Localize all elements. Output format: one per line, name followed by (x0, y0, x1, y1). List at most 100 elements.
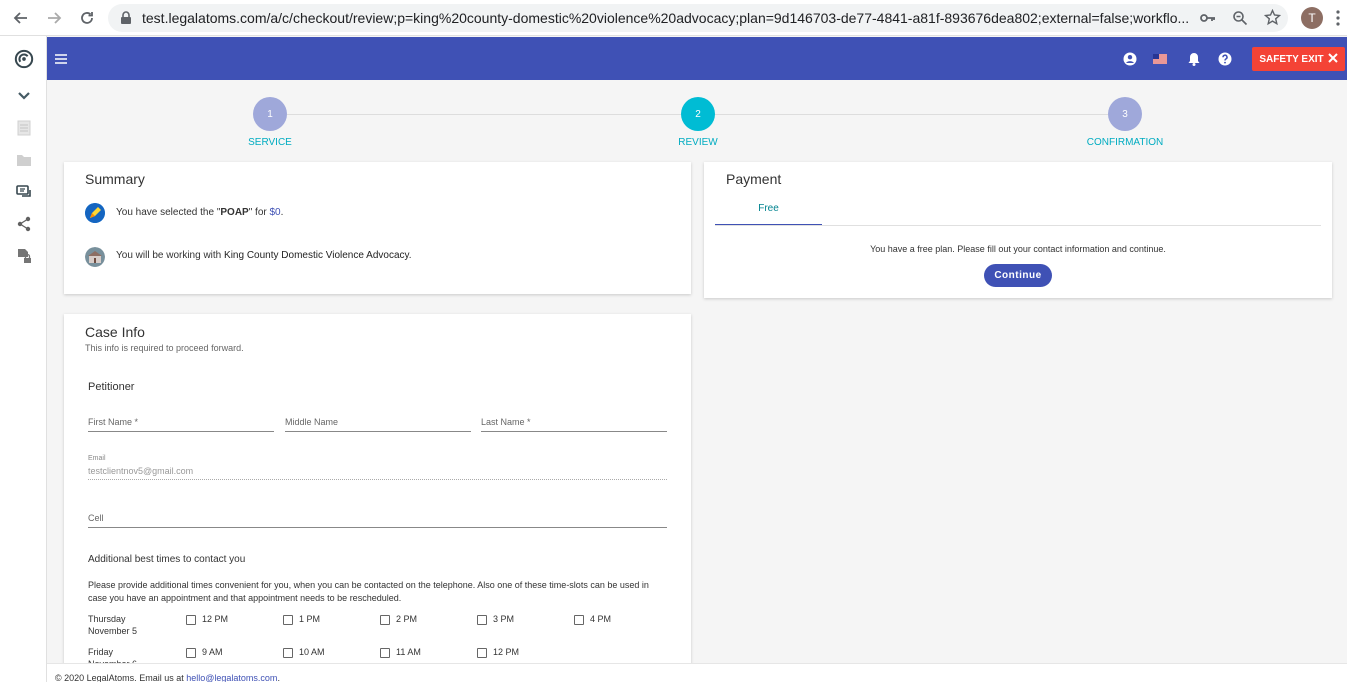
first-name-label: First Name * (88, 417, 139, 427)
legalatoms-logo-icon[interactable] (14, 49, 34, 69)
timeslot-checkbox[interactable] (380, 615, 390, 625)
continue-button[interactable]: Continue (984, 264, 1052, 287)
summary-title: Summary (85, 171, 145, 187)
step-3-label: CONFIRMATION (1086, 137, 1164, 148)
plan-name: POAP (220, 207, 249, 218)
app-bar: SAFETY EXIT (47, 37, 1347, 80)
plan-prefix: You have selected the " (116, 207, 221, 218)
payment-title: Payment (726, 171, 782, 187)
timeslot-checkbox[interactable] (186, 648, 196, 658)
address-bar[interactable]: test.legalatoms.com/a/c/checkout/review;… (108, 4, 1288, 32)
petitioner-heading: Petitioner (88, 381, 135, 393)
tab-free[interactable]: Free (715, 196, 822, 226)
step-3-circle[interactable]: 3 (1108, 97, 1142, 131)
timeslot-checkbox[interactable] (283, 615, 293, 625)
timeslot-label: 12 PM (493, 647, 520, 657)
timeslot-label: 1 PM (299, 614, 321, 624)
chat-icon[interactable] (14, 182, 34, 202)
middle-name-field[interactable]: Middle Name (285, 412, 471, 432)
cell-field[interactable]: Cell (88, 508, 667, 528)
timeslot-checkbox[interactable] (283, 648, 293, 658)
last-name-field[interactable]: Last Name * (481, 412, 667, 432)
reload-icon[interactable] (75, 6, 99, 30)
step-1-label: SERVICE (248, 137, 292, 148)
timeslot-checkbox[interactable] (186, 615, 196, 625)
plan-summary-text: You have selected the "POAP" for $0. (116, 207, 283, 218)
org-name: King County Domestic Violence Advocacy (224, 250, 409, 261)
org-prefix: You will be working with (116, 250, 225, 261)
day-name: Friday (88, 647, 114, 657)
footer-text: © 2020 LegalAtoms. Email us at hello@leg… (55, 673, 280, 682)
timeslot-label: 10 AM (299, 647, 325, 657)
left-rail (0, 36, 47, 682)
plan-mid: " for (248, 207, 270, 218)
help-icon[interactable] (1215, 49, 1235, 69)
timeslot-checkbox[interactable] (477, 648, 487, 658)
step-2-circle[interactable]: 2 (681, 97, 715, 131)
timeslot-checkbox[interactable] (574, 615, 584, 625)
day-label: Thursday November 5 (88, 613, 137, 637)
footer-email-prefix: Email us at (139, 673, 184, 682)
page-footer: © 2020 LegalAtoms. Email us at hello@leg… (47, 663, 1347, 682)
plan-suffix: . (280, 207, 284, 218)
org-suffix: . (408, 250, 412, 261)
organization-icon (85, 247, 105, 267)
close-icon (1327, 52, 1338, 66)
step-1-circle[interactable]: 1 (253, 97, 287, 131)
chevron-down-icon[interactable] (14, 86, 34, 106)
zoom-icon[interactable] (1232, 10, 1248, 31)
safety-exit-button[interactable]: SAFETY EXIT (1252, 47, 1345, 71)
payment-message: You have a free plan. Please fill out yo… (870, 244, 1166, 254)
timeslot-checkbox[interactable] (477, 615, 487, 625)
timeslot-label: 9 AM (202, 647, 223, 657)
email-field[interactable]: Email testclientnov5@gmail.com (88, 455, 667, 480)
tab-divider (715, 225, 1321, 226)
cell-label: Cell (88, 513, 104, 523)
timeslot-label: 3 PM (493, 614, 515, 624)
step-2-label: REVIEW (678, 137, 718, 148)
account-circle-icon[interactable] (1120, 49, 1140, 69)
bell-icon[interactable] (1184, 49, 1204, 69)
folder-icon[interactable] (14, 150, 34, 170)
day-name: Thursday (88, 614, 126, 624)
footer-copyright: © 2020 LegalAtoms. (55, 673, 137, 682)
safety-exit-label: SAFETY EXIT (1259, 53, 1324, 65)
case-info-subtitle: This info is required to proceed forward… (85, 343, 244, 353)
plan-price: $0 (269, 207, 281, 218)
key-icon[interactable] (1200, 11, 1216, 30)
first-name-field[interactable]: First Name * (88, 412, 274, 432)
footer-email-link[interactable]: hello@legalatoms.com (186, 673, 277, 682)
timeslot-checkbox[interactable] (380, 648, 390, 658)
browser-toolbar: test.legalatoms.com/a/c/checkout/review;… (0, 0, 1347, 36)
profile-avatar[interactable]: T (1301, 7, 1323, 29)
email-label: Email (88, 455, 106, 462)
stepper-connector (714, 114, 1108, 115)
document-list-icon[interactable] (14, 118, 34, 138)
stepper-connector (287, 114, 681, 115)
share-icon[interactable] (14, 214, 34, 234)
last-name-label: Last Name * (481, 417, 531, 427)
day-date: November 5 (88, 626, 138, 636)
timeslot-label: 11 AM (396, 647, 421, 657)
email-value: testclientnov5@gmail.com (88, 466, 194, 476)
timeslot-label: 2 PM (396, 614, 418, 624)
url-text: test.legalatoms.com/a/c/checkout/review;… (142, 10, 1190, 26)
back-icon[interactable] (9, 6, 33, 30)
hamburger-menu-icon[interactable] (51, 49, 71, 69)
organization-summary-text: You will be working with King County Dom… (116, 250, 412, 261)
summary-card (64, 162, 691, 294)
browser-menu-icon[interactable] (1336, 10, 1340, 31)
us-flag-icon[interactable] (1150, 49, 1170, 69)
file-lock-icon[interactable] (14, 246, 34, 266)
plan-pencil-icon (85, 203, 105, 223)
contact-times-description: Please provide additional times convenie… (88, 580, 649, 603)
footer-email-suffix: . (277, 673, 280, 682)
forward-icon[interactable] (42, 6, 66, 30)
contact-times-heading: Additional best times to contact you (88, 554, 246, 565)
bookmark-star-icon[interactable] (1263, 8, 1282, 31)
timeslot-label: 12 PM (202, 614, 229, 624)
lock-icon (120, 11, 132, 30)
middle-name-label: Middle Name (285, 417, 339, 427)
timeslot-label: 4 PM (590, 614, 612, 624)
case-info-title: Case Info (85, 324, 145, 340)
